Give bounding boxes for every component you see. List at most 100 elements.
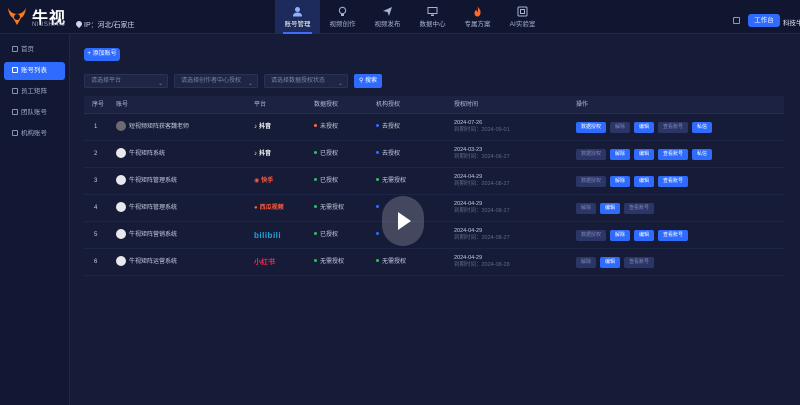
top-nav: 账号管理 视频创作 视频发布 数据中心 专属方案 AI实验室 bbox=[275, 0, 545, 34]
action-button-2[interactable]: 编辑 bbox=[634, 149, 654, 160]
row-number: 5 bbox=[94, 232, 98, 238]
account-name: 牛视矩阵运营系统 bbox=[129, 259, 178, 265]
data-auth-status: 已授权 bbox=[320, 178, 339, 184]
org-auth-cell[interactable]: 无需授权 bbox=[376, 249, 406, 276]
action-button-3[interactable]: 查看账号 bbox=[658, 149, 688, 160]
workbench-button[interactable]: 工作台 bbox=[748, 14, 780, 27]
user-icon bbox=[292, 4, 303, 17]
platform-cell: ♪ 抖音 bbox=[254, 114, 271, 141]
avatar bbox=[116, 175, 126, 185]
account-cell[interactable]: 牛视矩阵运营系统 bbox=[116, 249, 177, 276]
bulb-icon bbox=[337, 4, 348, 16]
org-auth-status: 无需授权 bbox=[382, 259, 407, 265]
account-cell[interactable]: 短视频矩阵获客魏老师 bbox=[116, 114, 189, 141]
org-auth-cell[interactable]: 去授权 bbox=[376, 141, 400, 168]
table-row: 1 短视频矩阵获客魏老师 ♪ 抖音 未授权 去授权 2024-07-26 到期时间：2024-… bbox=[84, 114, 784, 141]
douyin-icon: ♪ bbox=[254, 151, 257, 157]
account-cell[interactable]: 牛视矩阵系统 bbox=[116, 141, 165, 168]
action-button-1[interactable]: 编辑 bbox=[600, 203, 620, 214]
sidebar-item-label: 机构账号 bbox=[21, 130, 47, 137]
top-bar: 牛视 NIUSHI4.0 IP：河北/石家庄 账号管理 视频创作 视频发布 数据中心 专… bbox=[0, 0, 800, 34]
nav-tab-label: 账号管理 bbox=[284, 21, 311, 28]
col-account: 账号 bbox=[116, 102, 129, 108]
org-auth-cell[interactable]: 无需授权 bbox=[376, 168, 406, 195]
action-button-1[interactable]: 编辑 bbox=[600, 257, 620, 268]
auth-date: 2024-04-29 bbox=[454, 174, 483, 180]
action-button-0[interactable]: 数据授权 bbox=[576, 176, 606, 187]
account-cell[interactable]: 牛视矩阵营销系统 bbox=[116, 222, 177, 249]
action-button-0[interactable]: 解除 bbox=[576, 203, 596, 214]
kuaishou-icon: ◉ bbox=[254, 178, 260, 184]
action-button-1[interactable]: 解除 bbox=[610, 122, 630, 133]
action-button-0[interactable]: 数据授权 bbox=[576, 122, 606, 133]
table-row: 3 牛视矩阵管理系统 ◉ 快手 已授权 无需授权 2024-04-29 到期时间：2024-0… bbox=[84, 168, 784, 195]
nav-tab-0[interactable]: 账号管理 bbox=[275, 0, 320, 34]
nav-tab-2[interactable]: 视频发布 bbox=[365, 0, 410, 34]
action-button-0[interactable]: 解除 bbox=[576, 257, 596, 268]
search-button[interactable]: ⚲ 搜索 bbox=[354, 74, 382, 88]
action-button-3[interactable]: 查看账号 bbox=[658, 230, 688, 241]
video-play-button[interactable] bbox=[382, 196, 424, 246]
action-button-0[interactable]: 数据授权 bbox=[576, 149, 606, 160]
col-data-auth: 数据授权 bbox=[314, 102, 339, 108]
platform-name: 小红书 bbox=[254, 259, 275, 266]
app-window: 牛视 NIUSHI4.0 IP：河北/石家庄 账号管理 视频创作 视频发布 数据中心 专… bbox=[0, 0, 800, 405]
sidebar-item-4[interactable]: 机构账号 bbox=[4, 125, 65, 143]
nav-tab-3[interactable]: 数据中心 bbox=[410, 0, 455, 34]
nav-tab-label: 专属方案 bbox=[464, 21, 491, 28]
platform-name: 抖音 bbox=[259, 124, 272, 130]
list-icon bbox=[12, 67, 18, 73]
nav-tab-label: AI实验室 bbox=[509, 21, 536, 28]
sidebar-item-0[interactable]: 首页 bbox=[4, 41, 65, 59]
platform-name: 西瓜视频 bbox=[259, 205, 284, 211]
platform-cell: ◉ 快手 bbox=[254, 168, 273, 195]
creator-auth-select[interactable]: 请选择创作者中心授权 ⌄ bbox=[174, 74, 258, 88]
action-button-2[interactable]: 编辑 bbox=[634, 230, 654, 241]
nav-tab-4[interactable]: 专属方案 bbox=[455, 0, 500, 34]
brand-logo[interactable]: 牛视 NIUSHI4.0 bbox=[6, 3, 72, 31]
auth-date: 2024-07-26 bbox=[454, 120, 483, 126]
avatar bbox=[116, 148, 126, 158]
nav-tab-1[interactable]: 视频创作 bbox=[320, 0, 365, 34]
org-icon bbox=[12, 130, 18, 136]
data-auth-select[interactable]: 请选择数据授权状态 ⌄ bbox=[264, 74, 348, 88]
action-button-2[interactable]: 编辑 bbox=[634, 122, 654, 133]
org-auth-status: 无需授权 bbox=[382, 178, 407, 184]
row-number: 3 bbox=[94, 178, 98, 184]
add-account-button[interactable]: + 添加账号 bbox=[84, 48, 120, 61]
data-auth-cell: 无需授权 bbox=[314, 249, 344, 276]
action-button-2[interactable]: 编辑 bbox=[634, 176, 654, 187]
action-button-2[interactable]: 查看账号 bbox=[624, 203, 654, 214]
action-button-3[interactable]: 查看账号 bbox=[658, 176, 688, 187]
accounts-table: 序号 账号 平台 数据授权 机构授权 授权时间 操作 1 短视频矩阵获客魏老师 ♪ 抖… bbox=[84, 96, 784, 276]
auth-date: 2024-04-29 bbox=[454, 255, 483, 261]
action-button-2[interactable]: 查看账号 bbox=[624, 257, 654, 268]
action-button-0[interactable]: 数据授权 bbox=[576, 230, 606, 241]
chevron-down-icon: ⌄ bbox=[337, 81, 343, 87]
nav-tab-5[interactable]: AI实验室 bbox=[500, 0, 545, 34]
status-dot bbox=[314, 124, 317, 127]
account-cell[interactable]: 牛视矩阵管理系统 bbox=[116, 195, 177, 222]
flame-icon bbox=[472, 4, 483, 17]
user-name[interactable]: 科技牛 bbox=[783, 17, 800, 27]
platform-name: 快手 bbox=[261, 178, 274, 184]
action-button-4[interactable]: 私信 bbox=[692, 122, 712, 133]
table-body: 1 短视频矩阵获客魏老师 ♪ 抖音 未授权 去授权 2024-07-26 到期时间：2024-… bbox=[84, 114, 784, 276]
org-auth-cell[interactable]: 去授权 bbox=[376, 114, 400, 141]
action-button-1[interactable]: 解除 bbox=[610, 230, 630, 241]
sidebar-item-2[interactable]: 员工矩阵 bbox=[4, 83, 65, 101]
auth-time-cell: 2024-03-23 到期时间：2024-06-27 bbox=[454, 147, 510, 161]
action-button-3[interactable]: 查看账号 bbox=[658, 122, 688, 133]
data-auth-status: 未授权 bbox=[320, 124, 339, 130]
col-org-auth: 机构授权 bbox=[376, 102, 401, 108]
platform-name: 抖音 bbox=[259, 151, 272, 157]
action-button-4[interactable]: 私信 bbox=[692, 149, 712, 160]
sidebar-item-3[interactable]: 团队账号 bbox=[4, 104, 65, 122]
sidebar-item-1[interactable]: 账号列表 bbox=[4, 62, 65, 80]
account-cell[interactable]: 牛视矩阵管理系统 bbox=[116, 168, 177, 195]
fullscreen-icon[interactable] bbox=[733, 17, 740, 24]
action-button-1[interactable]: 解除 bbox=[610, 176, 630, 187]
chevron-down-icon: ⌄ bbox=[157, 81, 163, 87]
action-button-1[interactable]: 解除 bbox=[610, 149, 630, 160]
platform-select[interactable]: 请选择平台 ⌄ bbox=[84, 74, 168, 88]
